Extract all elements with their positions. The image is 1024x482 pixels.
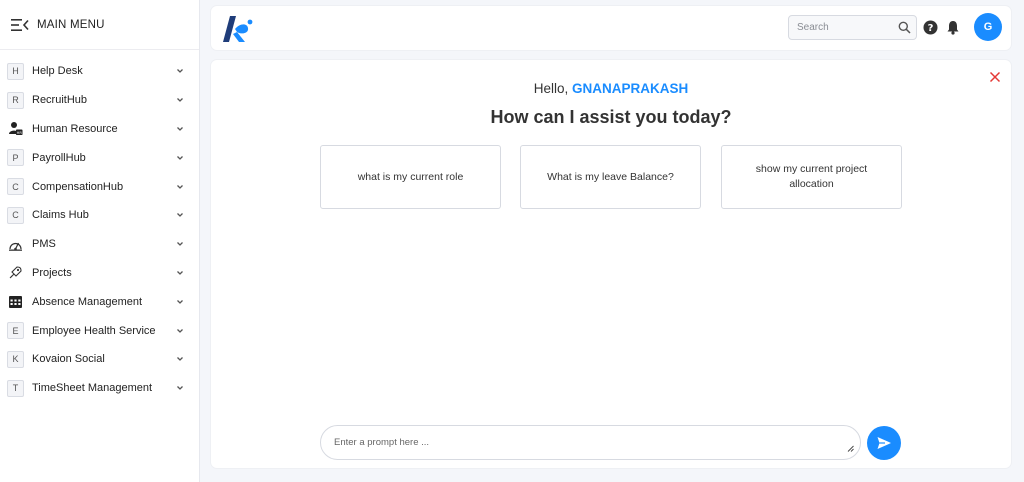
sidebar-item-timesheet-management[interactable]: T TimeSheet Management [0, 374, 199, 403]
sidebar-item-pms[interactable]: PMS [0, 230, 199, 259]
sidebar-item-claims-hub[interactable]: C Claims Hub [0, 201, 199, 230]
greeting: Hello, GNANAPRAKASH [211, 81, 1011, 96]
chevron-down-icon [177, 271, 183, 275]
search-icon[interactable] [898, 21, 911, 34]
chevron-down-icon [177, 357, 183, 362]
letter-c-icon: C [7, 178, 24, 196]
letter-r-icon: R [7, 91, 24, 109]
greeting-prefix: Hello, [533, 81, 569, 96]
letter-c-icon: C [7, 206, 24, 224]
sidebar-item-label: Help Desk [32, 65, 83, 78]
sidebar-item-label: Projects [32, 266, 72, 279]
human-resource-icon: HR [7, 120, 24, 137]
svg-text:HR: HR [17, 131, 23, 135]
prompt-box [320, 425, 861, 460]
sidebar-item-payrollhub[interactable]: P PayrollHub [0, 143, 199, 172]
sidebar-item-help-desk[interactable]: H Help Desk [0, 57, 199, 86]
chevron-down-icon [177, 299, 183, 304]
sidebar-item-label: CompensationHub [32, 180, 124, 193]
sidebar-item-label: Human Resource [32, 122, 118, 135]
search-box [788, 15, 917, 40]
menu-collapse-icon[interactable] [11, 18, 29, 32]
user-avatar[interactable]: G [974, 13, 1002, 41]
pms-icon [7, 236, 24, 253]
letter-e-icon: E [7, 322, 24, 340]
sidebar-item-human-resource[interactable]: HR Human Resource [0, 115, 199, 144]
svg-text:?: ? [928, 23, 934, 34]
resize-handle-icon[interactable] [847, 445, 854, 452]
search-input[interactable] [797, 22, 893, 33]
chevron-down-icon [177, 127, 183, 131]
sidebar-item-label: PMS [32, 238, 56, 251]
bell-icon[interactable] [946, 20, 960, 35]
chevron-down-icon [177, 328, 183, 333]
letter-p-icon: P [7, 149, 24, 167]
chevron-down-icon [177, 98, 183, 103]
assist-headline: How can I assist you today? [490, 107, 732, 127]
chevron-down-icon [177, 184, 183, 189]
sidebar-item-employee-health-service[interactable]: E Employee Health Service [0, 316, 199, 345]
sidebar-nav: H Help Desk R RecruitHub HR Human Resour… [0, 50, 199, 403]
sidebar-item-compensationhub[interactable]: C CompensationHub [0, 172, 199, 201]
suggestion-text: What is my leave Balance? [547, 170, 674, 183]
sidebar-item-recruithub[interactable]: R RecruitHub [0, 86, 199, 115]
sidebar-item-label: Employee Health Service [32, 324, 156, 337]
sidebar-item-projects[interactable]: Projects [0, 259, 199, 288]
help-icon[interactable]: ? [923, 20, 938, 35]
sidebar-item-label: RecruitHub [32, 94, 88, 107]
suggestion-text: show my current project allocation [755, 163, 868, 190]
letter-h-icon: H [7, 62, 24, 80]
suggestion-card[interactable]: What is my leave Balance? [520, 145, 701, 209]
kovaion-logo-icon[interactable] [221, 14, 255, 44]
top-bar: ? G [211, 6, 1011, 50]
sidebar-item-label: PayrollHub [32, 151, 86, 164]
projects-icon [7, 264, 24, 281]
letter-t-icon: T [7, 379, 24, 397]
prompt-input[interactable] [334, 437, 834, 448]
sidebar-item-label: Absence Management [32, 295, 143, 308]
sidebar-item-absence-management[interactable]: Absence Management [0, 287, 199, 316]
assistant-panel: Hello, GNANAPRAKASH How can I assist you… [211, 60, 1011, 468]
chevron-down-icon [177, 386, 183, 391]
suggestion-card[interactable]: show my current project allocation [721, 145, 902, 209]
main-menu-header: MAIN MENU [0, 0, 199, 50]
calendar-icon [7, 293, 24, 310]
chevron-down-icon [177, 242, 183, 247]
letter-k-icon: K [7, 350, 24, 368]
suggestion-text: what is my current role [357, 170, 464, 183]
chevron-down-icon [177, 69, 183, 74]
sidebar-item-label: Claims Hub [32, 209, 89, 222]
send-button[interactable] [867, 426, 901, 460]
main-menu-title: MAIN MENU [37, 18, 105, 31]
suggestion-card[interactable]: what is my current role [320, 145, 501, 209]
sidebar: MAIN MENU H Help Desk R RecruitHub HR Hu… [0, 0, 200, 482]
chevron-down-icon [177, 213, 183, 218]
sidebar-item-label: Kovaion Social [32, 353, 105, 366]
sidebar-item-kovaion-social[interactable]: K Kovaion Social [0, 345, 199, 374]
send-icon [877, 437, 891, 449]
chevron-down-icon [177, 155, 183, 160]
sidebar-item-label: TimeSheet Management [32, 382, 153, 395]
user-name: GNANAPRAKASH [572, 81, 689, 96]
